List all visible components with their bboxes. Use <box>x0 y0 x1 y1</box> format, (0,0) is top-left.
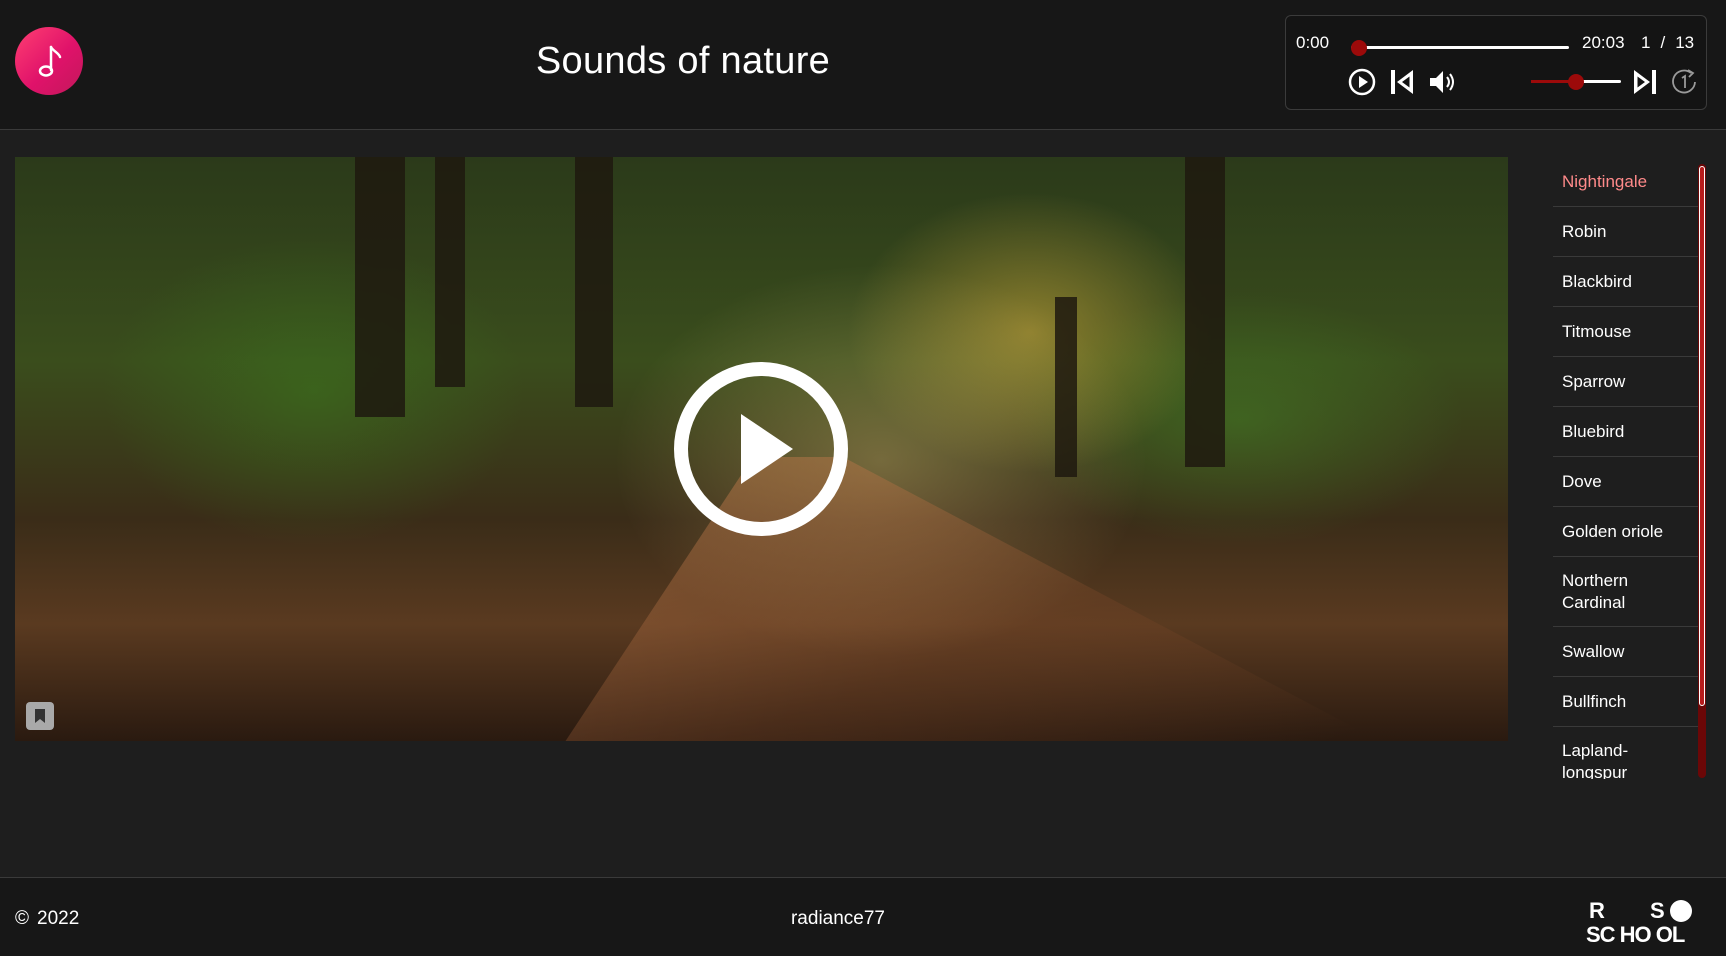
logo-line2: SC HO OL <box>1586 922 1685 947</box>
playlist-item[interactable]: Golden oriole <box>1553 507 1698 557</box>
playlist-item-label: Lapland-longspur <box>1562 741 1629 779</box>
page-title: Sounds of nature <box>535 40 831 82</box>
playlist-item-label: Nightingale <box>1562 171 1648 191</box>
playlist-item-label: Golden oriole <box>1562 521 1664 541</box>
header: Sounds of nature 0:00 20:03 1 / 13 <box>0 0 1726 130</box>
playlist-item[interactable]: Dove <box>1553 457 1698 507</box>
tree-trunk <box>435 157 465 387</box>
volume-button[interactable] <box>1427 66 1459 98</box>
previous-track-icon <box>1391 70 1413 94</box>
next-track-icon <box>1634 70 1656 94</box>
play-icon <box>1348 68 1376 96</box>
tree-trunk <box>1185 157 1225 467</box>
playlist-item[interactable]: Bullfinch <box>1553 677 1698 727</box>
playlist-scrollbar[interactable] <box>1698 164 1706 778</box>
progress-slider[interactable] <box>1351 40 1569 56</box>
playlist-item-label: Northern Cardinal <box>1562 570 1629 612</box>
audio-player: 0:00 20:03 1 / 13 <box>1285 15 1707 110</box>
tree-trunk <box>575 157 613 407</box>
repeat-one-icon <box>1672 69 1696 94</box>
playlist-item[interactable]: Nightingale <box>1553 157 1698 207</box>
playlist-item-label: Swallow <box>1562 641 1625 661</box>
playlist-item-label: Titmouse <box>1562 321 1632 341</box>
previous-button[interactable] <box>1386 66 1418 98</box>
playlist-item[interactable]: Blackbird <box>1553 257 1698 307</box>
author-link[interactable]: radiance77 <box>0 908 1676 930</box>
playlist-item[interactable]: Bluebird <box>1553 407 1698 457</box>
footer: © 2022 radiance77 R S SC HO OL <box>0 877 1726 956</box>
playlist-item[interactable]: Lapland-longspur <box>1553 727 1698 779</box>
total-time: 20:03 <box>1582 33 1625 52</box>
play-circle-icon <box>674 362 848 536</box>
repeat-button[interactable] <box>1668 66 1700 98</box>
progress-thumb[interactable] <box>1351 40 1367 56</box>
logo-letter-r: R <box>1589 898 1605 923</box>
playlist-item-label: Bullfinch <box>1562 691 1627 711</box>
tree-trunk <box>1055 297 1077 477</box>
track-counter: 1 / 13 <box>1641 33 1694 53</box>
progress-track <box>1351 46 1569 49</box>
track-index: 1 <box>1641 33 1651 52</box>
current-time: 0:00 <box>1296 33 1330 52</box>
video-poster[interactable] <box>15 157 1508 741</box>
playlist: Nightingale Robin Blackbird Titmouse Spa… <box>1553 157 1698 779</box>
author-name: radiance77 <box>790 908 886 929</box>
playlist-item-label: Sparrow <box>1562 371 1626 391</box>
playlist-item-label: Bluebird <box>1562 421 1625 441</box>
playlist-item[interactable]: Titmouse <box>1553 307 1698 357</box>
next-button[interactable] <box>1629 66 1661 98</box>
playlist-item[interactable]: Robin <box>1553 207 1698 257</box>
player-controls <box>1346 66 1696 98</box>
volume-slider[interactable] <box>1531 74 1621 90</box>
playlist-item-label: Robin <box>1562 221 1607 241</box>
logo-letter-s: S <box>1650 898 1665 923</box>
playlist-item[interactable]: Swallow <box>1553 627 1698 677</box>
video-play-button[interactable] <box>671 359 851 539</box>
track-separator: / <box>1660 33 1666 52</box>
bookmark-icon <box>35 709 45 723</box>
tree-trunk <box>355 157 405 417</box>
bookmark-button[interactable] <box>26 702 54 730</box>
track-count: 13 <box>1675 33 1695 52</box>
playlist-item-label: Dove <box>1562 471 1602 491</box>
logo-dot <box>1670 900 1692 922</box>
playlist-item-label: Blackbird <box>1562 271 1632 291</box>
scrollbar-thumb[interactable] <box>1699 166 1705 706</box>
volume-thumb[interactable] <box>1568 74 1584 90</box>
playlist-item[interactable]: Northern Cardinal <box>1553 557 1698 627</box>
rs-school-logo[interactable]: R S SC HO OL <box>1586 898 1710 947</box>
volume-icon <box>1430 71 1454 93</box>
play-button[interactable] <box>1346 66 1378 98</box>
playlist-item[interactable]: Sparrow <box>1553 357 1698 407</box>
